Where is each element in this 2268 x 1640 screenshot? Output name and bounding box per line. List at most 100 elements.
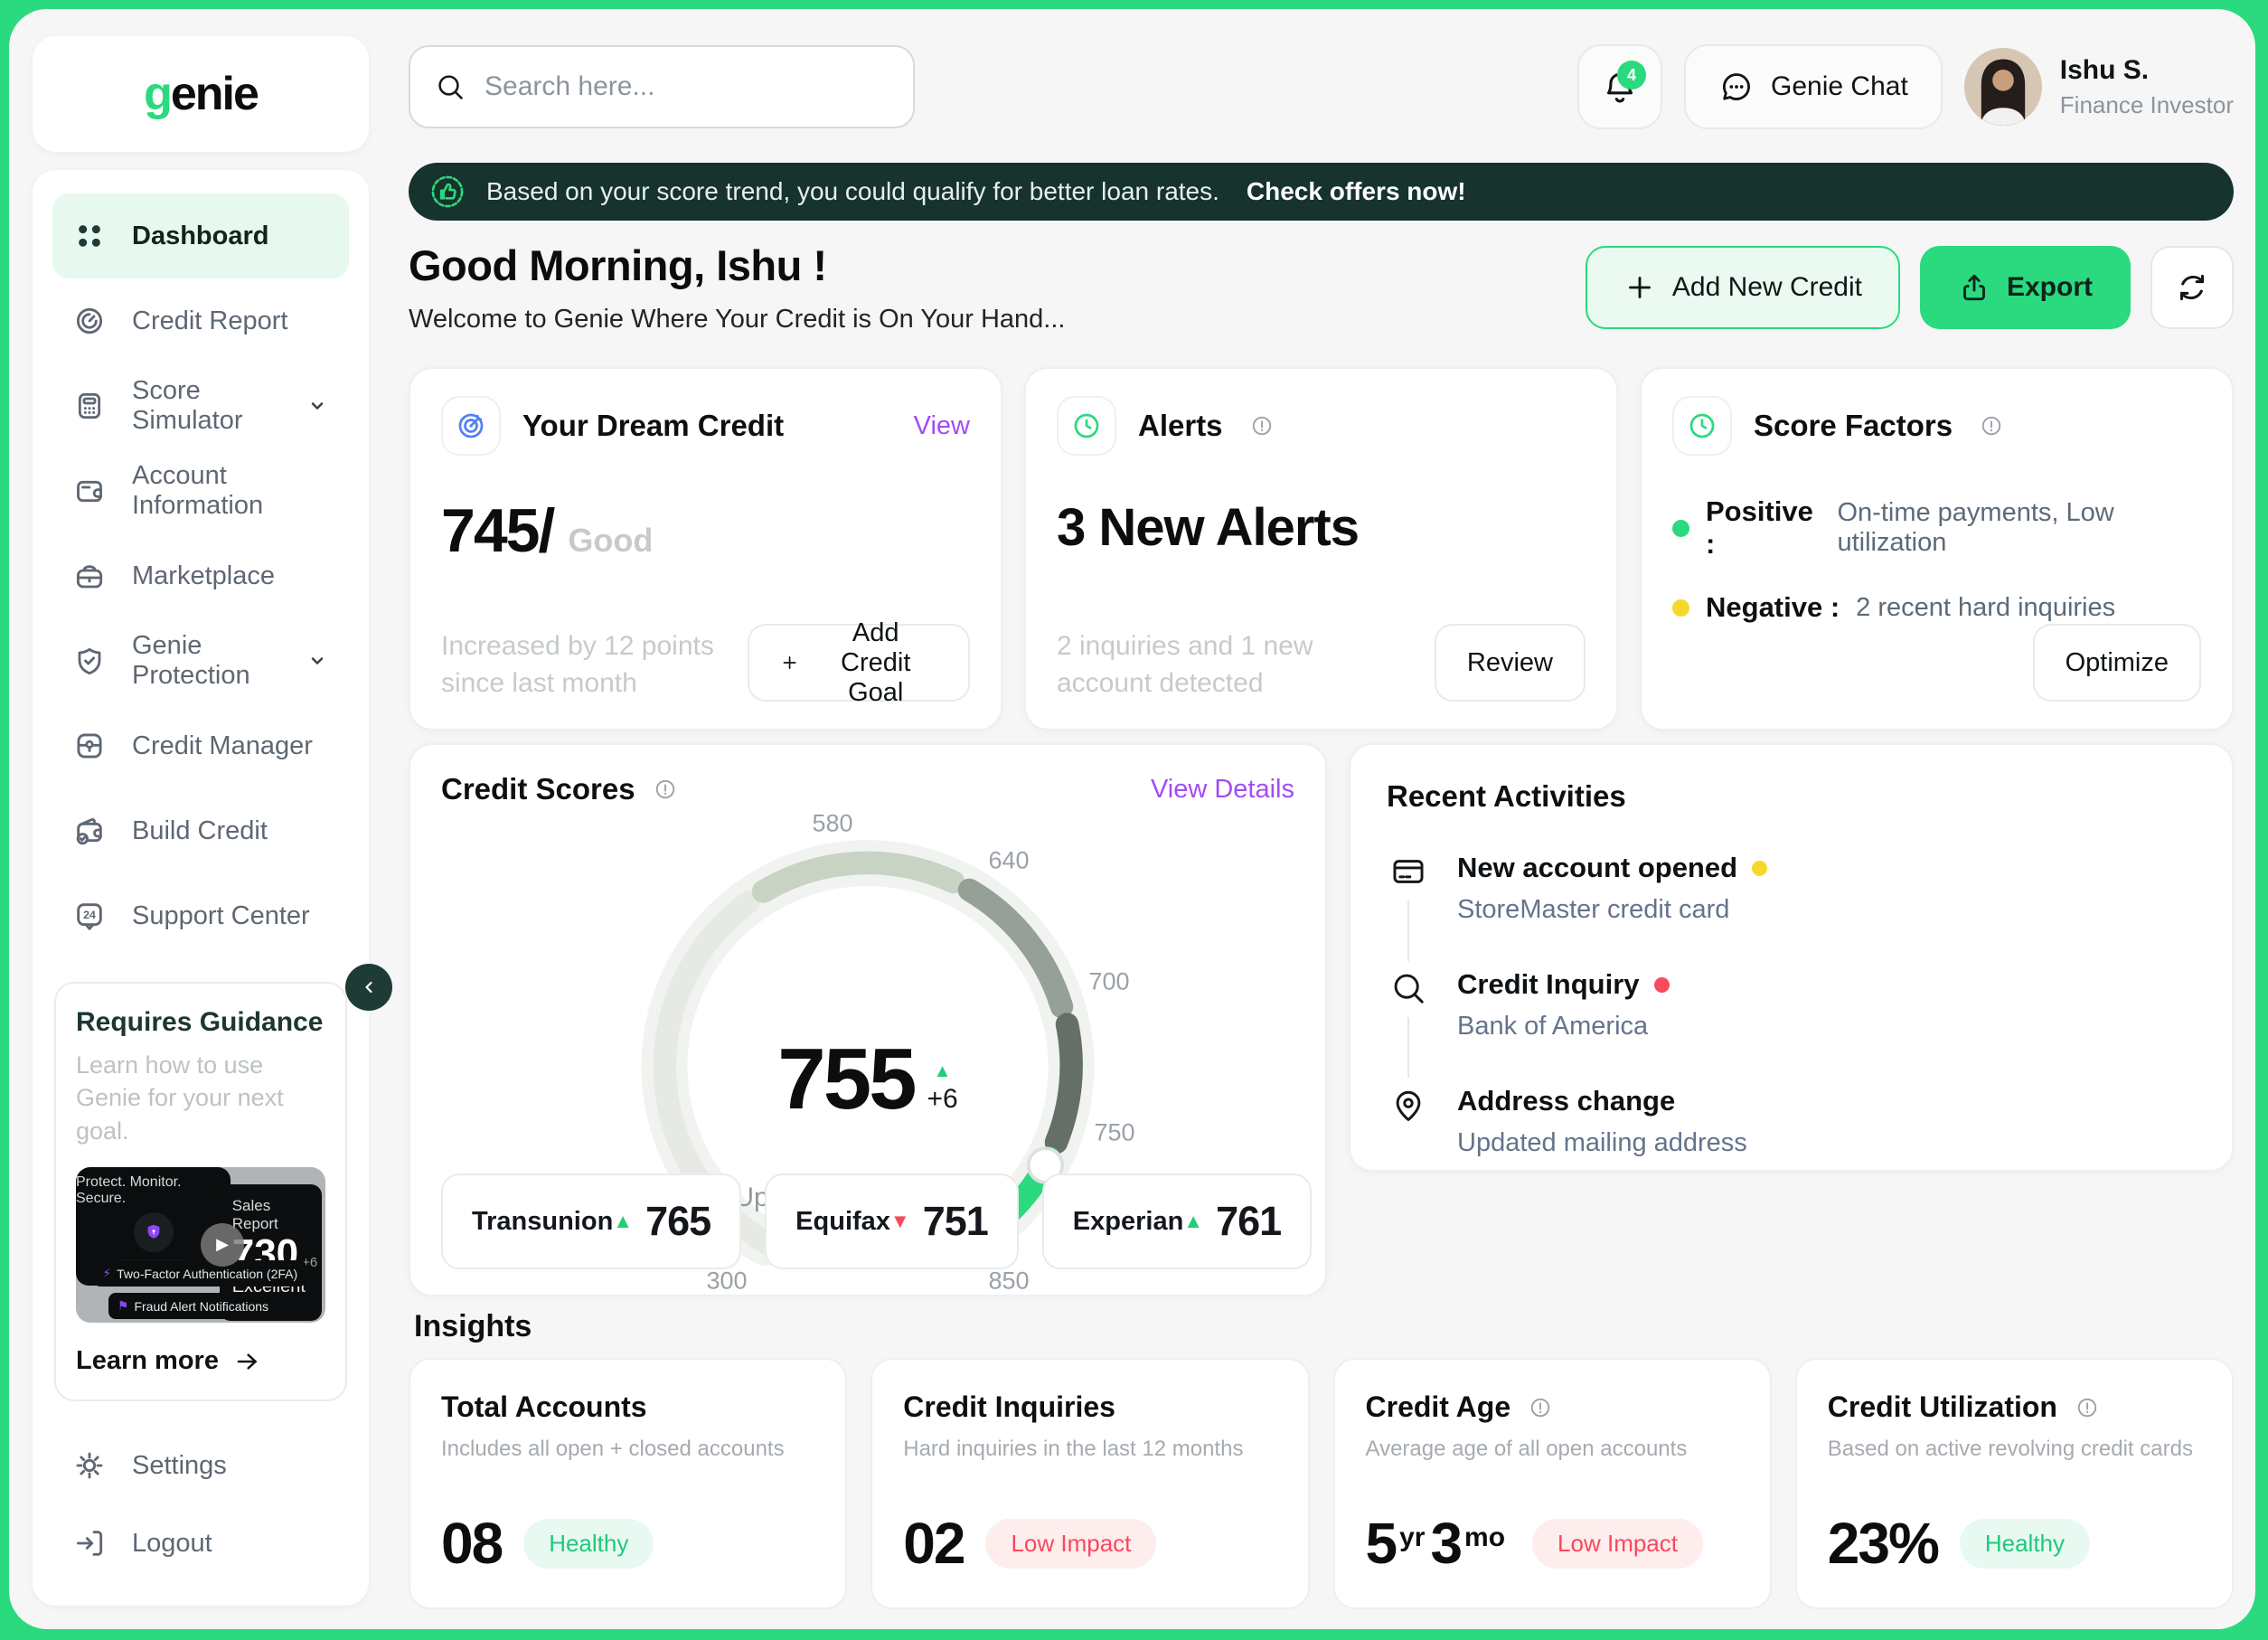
banner-message: Based on your score trend, you could qua… xyxy=(486,177,1219,206)
sidebar-item-build-credit[interactable]: Build Credit xyxy=(52,788,349,873)
learn-more-link[interactable]: Learn more xyxy=(76,1346,325,1376)
negative-label: Negative : xyxy=(1706,591,1840,624)
insight-value: 08 xyxy=(441,1510,502,1577)
info-icon[interactable] xyxy=(1978,412,2005,439)
insight-title: Credit Age xyxy=(1366,1390,1511,1424)
insight-title: Total Accounts xyxy=(441,1390,647,1424)
review-button[interactable]: Review xyxy=(1435,624,1586,702)
support-24-icon: 24 xyxy=(71,897,108,935)
sidebar-item-genie-protection[interactable]: Genie Protection xyxy=(52,618,349,703)
chat-icon xyxy=(1718,69,1755,105)
insight-value: 02 xyxy=(903,1510,964,1577)
add-new-credit-button[interactable]: Add New Credit xyxy=(1586,246,1900,329)
credit-scores-card: Credit Scores View Details 300 580 640 7… xyxy=(409,743,1327,1296)
sidebar-item-label: Credit Report xyxy=(132,306,287,336)
user-menu[interactable]: Ishu S. Finance Investor xyxy=(1964,48,2234,126)
activity-subtitle: Bank of America xyxy=(1457,1012,1670,1041)
search-bar[interactable] xyxy=(409,45,915,128)
shield-check-icon xyxy=(71,642,108,680)
export-button[interactable]: Export xyxy=(1920,246,2131,329)
recent-activities-card: Recent Activities New account opened Sto… xyxy=(1349,743,2234,1172)
gauge-tick: 750 xyxy=(1094,1118,1134,1146)
promo-banner: Based on your score trend, you could qua… xyxy=(409,163,2234,221)
card-title: Credit Scores xyxy=(441,772,635,806)
bag-icon xyxy=(71,557,108,595)
info-icon[interactable] xyxy=(1248,412,1275,439)
insight-credit-age: Credit Age Average age of all open accou… xyxy=(1333,1358,1772,1609)
info-icon[interactable] xyxy=(1527,1394,1554,1421)
sidebar-item-dashboard[interactable]: Dashboard xyxy=(52,193,349,278)
activity-subtitle: Updated mailing address xyxy=(1457,1128,1747,1158)
dream-score-value: 745/ xyxy=(441,495,553,566)
guidance-title: Requires Guidance xyxy=(76,1007,325,1038)
positive-dot xyxy=(1672,520,1689,537)
sidebar-item-label: Support Center xyxy=(132,901,310,931)
bolt-icon: ⚡ xyxy=(102,1266,111,1281)
thumb-report-title: Sales Report xyxy=(232,1197,309,1233)
genie-chat-button[interactable]: Genie Chat xyxy=(1684,44,1943,129)
chevron-down-icon xyxy=(304,647,331,674)
sidebar-item-credit-manager[interactable]: Credit Manager xyxy=(52,703,349,788)
insight-subtitle: Includes all open + closed accounts xyxy=(441,1437,814,1462)
sidebar-item-label: Credit Manager xyxy=(132,731,313,761)
topbar: 4 Genie Chat Ishu S. Finance Investor xyxy=(409,42,2234,132)
status-dot xyxy=(1654,977,1670,993)
thumb-badge-2fa: ⚡Two-Factor Authentication (2FA) xyxy=(93,1260,306,1287)
insight-title: Credit Utilization xyxy=(1828,1390,2057,1424)
bureau-chip-equifax[interactable]: Equifax ▼751 xyxy=(765,1173,1019,1269)
safe-icon xyxy=(71,727,108,765)
play-button[interactable]: ▶ xyxy=(201,1223,244,1267)
sidebar-item-logout[interactable]: Logout xyxy=(52,1504,349,1582)
page-title: Good Morning, Ishu ! xyxy=(409,240,1065,290)
insight-unit: yr xyxy=(1399,1522,1425,1553)
view-link[interactable]: View xyxy=(914,411,970,441)
sidebar-item-score-simulator[interactable]: Score Simulator xyxy=(52,363,349,448)
sidebar-item-account-information[interactable]: Account Information xyxy=(52,448,349,533)
card-title: Recent Activities xyxy=(1387,779,2196,814)
app-canvas: genie Dashboard Credit Report Score Simu xyxy=(9,9,2255,1629)
insight-total-accounts: Total Accounts Includes all open + close… xyxy=(409,1358,847,1609)
alerts-headline: 3 New Alerts xyxy=(1057,497,1586,558)
insights-heading: Insights xyxy=(414,1309,532,1344)
wallet-icon xyxy=(71,472,108,510)
insight-subtitle: Hard inquiries in the last 12 months xyxy=(903,1437,1276,1462)
sidebar-collapse-button[interactable] xyxy=(345,964,392,1011)
score-factors-card: Score Factors Positive : On-time payment… xyxy=(1640,367,2234,730)
insight-unit: mo xyxy=(1464,1522,1505,1553)
sidebar-item-label: Marketplace xyxy=(132,561,275,591)
guidance-video-thumbnail[interactable]: Protect. Monitor. Secure. Sales Report 7… xyxy=(76,1167,325,1323)
sidebar-item-label: Score Simulator xyxy=(132,376,304,436)
bureau-name: Experian xyxy=(1073,1207,1184,1237)
insight-value: 3 xyxy=(1430,1510,1461,1577)
notifications-button[interactable]: 4 xyxy=(1577,44,1662,129)
refresh-button[interactable] xyxy=(2150,246,2234,329)
card-title: Score Factors xyxy=(1754,409,1953,443)
sidebar-item-label: Account Information xyxy=(132,461,331,521)
activity-subtitle: StoreMaster credit card xyxy=(1457,895,1767,925)
status-badge: Healthy xyxy=(523,1519,654,1569)
sidebar-item-marketplace[interactable]: Marketplace xyxy=(52,533,349,618)
optimize-button[interactable]: Optimize xyxy=(2033,624,2201,702)
search-input[interactable] xyxy=(483,71,889,103)
bureau-score: 761 xyxy=(1216,1198,1281,1245)
thumb-tagline: Protect. Monitor. Secure. xyxy=(76,1174,231,1207)
view-details-link[interactable]: View Details xyxy=(1151,775,1294,805)
bureau-chip-transunion[interactable]: Transunion ▲765 xyxy=(441,1173,741,1269)
activity-item: Credit Inquiry Bank of America xyxy=(1387,968,2196,1085)
banner-cta[interactable]: Check offers now! xyxy=(1247,177,1466,206)
info-icon[interactable] xyxy=(2074,1394,2101,1421)
bureau-score: 751 xyxy=(923,1198,988,1245)
sidebar-item-settings[interactable]: Settings xyxy=(52,1427,349,1504)
dream-credit-card: Your Dream Credit View 745/ Good Increas… xyxy=(409,367,1002,730)
gauge-score-value: 755 xyxy=(777,1030,914,1129)
sidebar-item-credit-report[interactable]: Credit Report xyxy=(52,278,349,363)
positive-label: Positive : xyxy=(1706,495,1821,561)
sidebar-item-support-center[interactable]: 24 Support Center xyxy=(52,873,349,958)
bureau-chip-experian[interactable]: Experian ▲761 xyxy=(1042,1173,1312,1269)
info-icon[interactable] xyxy=(652,776,679,803)
credit-card-icon xyxy=(1388,852,1428,891)
add-credit-goal-button[interactable]: Add Credit Goal xyxy=(748,624,970,702)
trend-icon: ▲ xyxy=(613,1210,633,1233)
guidance-subtitle: Learn how to use Genie for your next goa… xyxy=(76,1049,325,1147)
guidance-card: Requires Guidance Learn how to use Genie… xyxy=(54,982,347,1401)
